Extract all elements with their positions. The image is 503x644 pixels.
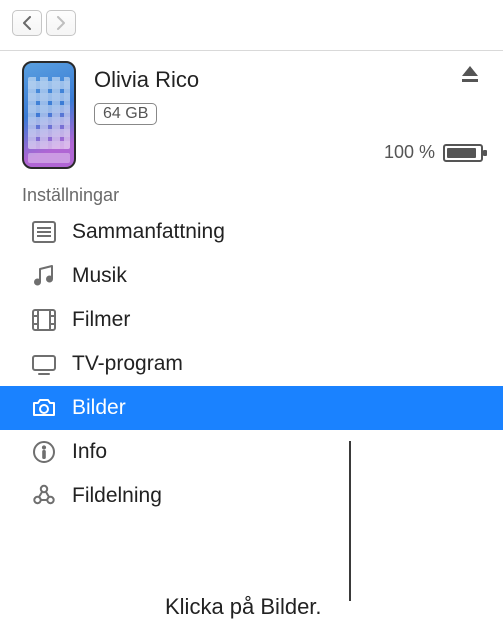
sidebar-item-label: Sammanfattning	[72, 220, 225, 244]
apps-icon	[30, 482, 58, 510]
storage-badge: 64 GB	[94, 103, 157, 125]
callout-line	[349, 441, 351, 601]
section-label: Inställningar	[0, 185, 503, 210]
sidebar-item-label: Fildelning	[72, 484, 162, 508]
sidebar-item-music[interactable]: Musik	[0, 254, 503, 298]
info-icon	[30, 438, 58, 466]
device-name: Olivia Rico	[94, 67, 485, 93]
settings-sidebar: Sammanfattning Musik Filmer TV-program Bilde…	[0, 210, 503, 518]
list-icon	[30, 218, 58, 246]
battery-status: 100 %	[384, 142, 483, 163]
sidebar-item-info[interactable]: Info	[0, 430, 503, 474]
film-icon	[30, 306, 58, 334]
sidebar-item-label: Info	[72, 440, 107, 464]
sidebar-item-photos[interactable]: Bilder	[0, 386, 503, 430]
tv-icon	[30, 350, 58, 378]
sidebar-item-label: Filmer	[72, 308, 130, 332]
battery-text: 100 %	[384, 142, 435, 163]
sidebar-item-label: TV-program	[72, 352, 183, 376]
sidebar-item-movies[interactable]: Filmer	[0, 298, 503, 342]
device-header: Olivia Rico 64 GB 100 %	[0, 51, 503, 177]
eject-button[interactable]	[459, 63, 481, 90]
battery-icon	[443, 144, 483, 162]
camera-icon	[30, 394, 58, 422]
sidebar-item-tv[interactable]: TV-program	[0, 342, 503, 386]
forward-button[interactable]	[46, 10, 76, 36]
nav-toolbar	[0, 0, 503, 51]
device-thumbnail	[22, 61, 76, 169]
music-icon	[30, 262, 58, 290]
sidebar-item-label: Musik	[72, 264, 127, 288]
back-button[interactable]	[12, 10, 42, 36]
sidebar-item-summary[interactable]: Sammanfattning	[0, 210, 503, 254]
callout-text: Klicka på Bilder.	[165, 594, 322, 620]
sidebar-item-files[interactable]: Fildelning	[0, 474, 503, 518]
sidebar-item-label: Bilder	[72, 396, 126, 420]
